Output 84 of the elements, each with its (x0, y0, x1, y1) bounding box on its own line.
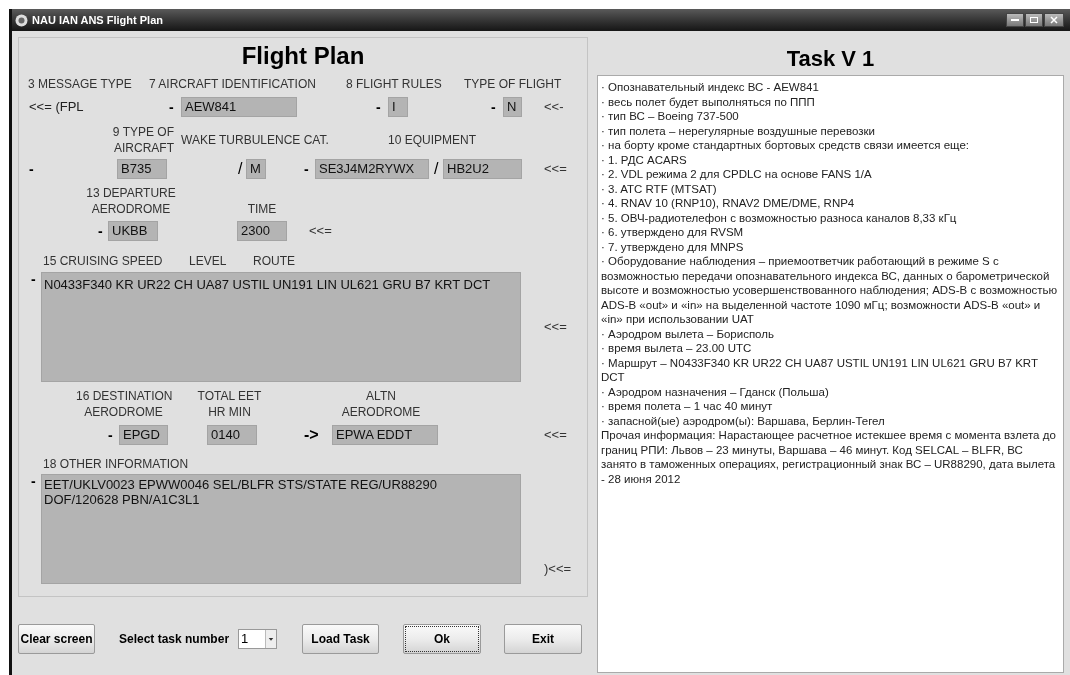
text-field[interactable]: EPGD (119, 425, 168, 445)
field-label: - (169, 97, 175, 117)
field-label: 15 CRUISING SPEED (43, 253, 164, 270)
field-label: <<- (544, 98, 564, 117)
field-label: - (491, 97, 497, 117)
field-label: )<<= (544, 559, 572, 578)
field-label: <<= (544, 318, 567, 337)
task-text-line: · 7. утверждено для MNPS (601, 239, 745, 254)
text-field[interactable]: HB2U2 (443, 159, 522, 179)
task-text-line: Прочая информация: Нарастающее расчетное истекшее время с момента взлета до границ РПИ: Львов – 23 минуты, Варшава – 46 минут. Код SELCAL – BLFR, ВС занято в таможенных операциях, регистрационный знак ВС – UR88290, дата вылета - 28 июня 2012 (601, 428, 1057, 486)
field-label: TYPE OF FLIGHT (464, 76, 562, 93)
field-label: TOTAL EET HR MIN (196, 388, 263, 420)
text-field[interactable]: I (388, 97, 408, 117)
field-label: 16 DESTINATION AERODROME (76, 388, 171, 420)
close-icon (1050, 16, 1058, 24)
field-label: - (376, 97, 382, 117)
field-label: ALTN AERODROME (340, 388, 422, 420)
field-label: <<= (544, 426, 567, 445)
task-text-line: · тип ВС – Boeing 737-500 (601, 109, 740, 124)
text-field[interactable]: 0140 (207, 425, 257, 445)
field-label: 8 FLIGHT RULES (346, 76, 443, 93)
task-text-line: · запасной(ые) аэродром(ы): Варшава, Берлин-Тегел (601, 413, 886, 428)
field-label: -> (304, 425, 320, 445)
text-field[interactable]: 2300 (237, 221, 287, 241)
field-label: 13 DEPARTURE AERODROME (86, 185, 176, 217)
maximize-button[interactable] (1025, 13, 1043, 27)
select-task-label: Select task number (119, 631, 230, 648)
task-text-line: · весь полет будет выполняться по ППП (601, 94, 816, 109)
text-field[interactable]: B735 (117, 159, 167, 179)
text-field[interactable]: N (503, 97, 522, 117)
task-text-line: · время вылета – 23.00 UTC (601, 341, 753, 356)
task-number-select[interactable]: 1 (238, 629, 278, 649)
field-label: TIME (246, 201, 278, 217)
field-label: ROUTE (253, 253, 295, 270)
field-label: - (29, 159, 35, 179)
button[interactable]: Load Task (302, 624, 380, 654)
task-text-line: · Маршрут – N0433F340 KR UR22 CH UA87 USTIL UN191 LIN UL621 GRU B7 KRT DCT (601, 355, 1039, 385)
button[interactable]: Exit (504, 624, 583, 654)
task-text-line: · Аэродром назначения – Гданск (Польша) (601, 384, 830, 399)
task-text-line: · Аэродром вылета – Борисполь (601, 326, 775, 341)
minimize-button[interactable] (1006, 13, 1024, 27)
task-text-line: · время полета – 1 час 40 минут (601, 399, 774, 414)
text-field[interactable]: UKBB (108, 221, 158, 241)
task-text-line: · 2. VDL режима 2 для CPDLC на основе FANS 1/A (601, 167, 873, 182)
text-field[interactable]: M (246, 159, 266, 179)
task-text-line: · на борту кроме стандартных бортовых средств связи имеется еще: (601, 138, 970, 153)
field-label: 18 OTHER INFORMATION (43, 456, 189, 473)
route-field[interactable]: N0433F340 KR UR22 CH UA87 USTIL UN191 LIN UL621 GRU B7 KRT DCT (41, 272, 521, 382)
other-information-field[interactable]: EET/UKLV0023 EPWW0046 SEL/BLFR STS/STATE REG/UR88290 DOF/120628 PBN/A1C3L1 (41, 474, 521, 584)
task-text-line: · 5. ОВЧ-радиотелефон с возможностью разноса каналов 8,33 кГц (601, 210, 958, 225)
text-field[interactable]: AEW841 (181, 97, 297, 117)
task-text-line: · Опознавательный индекс ВС - AEW841 (601, 80, 820, 95)
app-icon (15, 13, 28, 27)
button[interactable]: Ok (403, 624, 482, 654)
field-label: - (108, 425, 114, 445)
field-label: WAKE TURBULENCE CAT. (181, 132, 330, 149)
task-text-line: · тип полета – нерегулярные воздушные перевозки (601, 123, 876, 138)
field-label: - (98, 221, 104, 241)
field-label: 10 EQUIPMENT (388, 132, 477, 149)
field-label: <<= (309, 222, 332, 241)
task-text-line: · 3. ATC RTF (MTSAT) (601, 181, 718, 196)
field-label: 3 MESSAGE TYPE (28, 76, 133, 93)
close-button[interactable] (1044, 13, 1064, 27)
field-label: - (304, 159, 310, 179)
button[interactable]: Clear screen (18, 624, 95, 654)
field-label: 9 TYPE OF AIRCRAFT (111, 124, 174, 156)
field-label: <<= (544, 160, 567, 179)
task-text-line: · Оборудование наблюдения – приемоответчик работающий в режиме S с возможностью передачи опознавательного индекса ВС, данных о барометрической высоте и возможностью усовершенствованного наблюдения; ADS-B с возможностью ADS-B «out» и «in» на выделенной частоте 1090 мГц; возможности ADS-B «out» и «in» при использовании UAT (601, 254, 1059, 327)
text-field[interactable]: SE3J4M2RYWX (315, 159, 429, 179)
task-text-line: · 6. утверждено для RVSM (601, 225, 745, 240)
field-label: / (434, 159, 440, 179)
window-title: NAU IAN ANS Flight Plan (32, 12, 163, 28)
text-field[interactable]: EPWA EDDT (332, 425, 438, 445)
field-label: 7 AIRCRAFT IDENTIFICATION (149, 76, 317, 93)
caret-icon (265, 630, 277, 648)
field-label: - (31, 272, 37, 289)
form-title: Flight Plan (240, 41, 366, 71)
task-text-line: · 1. РДС ACARS (601, 152, 688, 167)
field-label: / (238, 159, 244, 179)
field-label: LEVEL (189, 253, 228, 270)
task-title: Task V 1 (785, 45, 876, 73)
field-label: - (31, 474, 37, 491)
field-label: <<= (FPL (29, 98, 85, 117)
task-text-line: · 4. RNAV 10 (RNP10), RNAV2 DME/DME, RNP4 (601, 196, 856, 211)
